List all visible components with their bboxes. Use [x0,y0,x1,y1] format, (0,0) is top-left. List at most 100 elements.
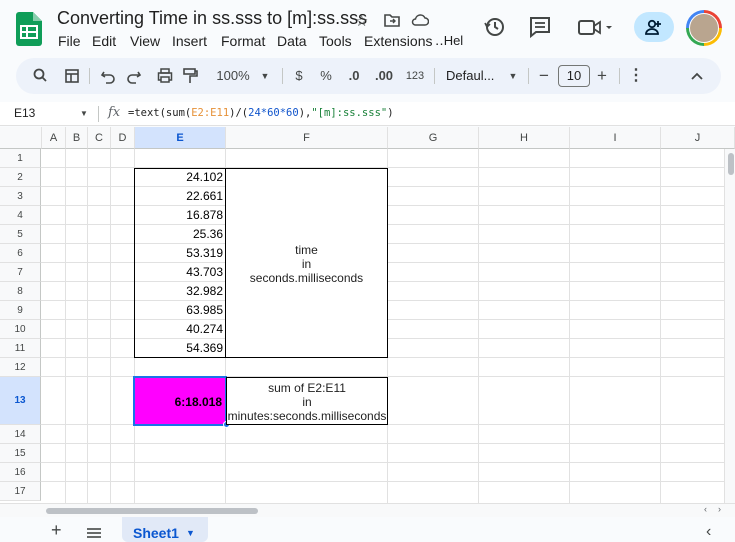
formula-input[interactable]: =text(sum(E2:E11)/(24*60*60),"[m]:ss.sss… [128,107,394,119]
column-header-h[interactable]: H [479,127,570,149]
row-header[interactable]: 10 [0,320,41,339]
meet-camera-icon[interactable] [576,14,616,40]
column-header-f[interactable]: F [226,127,388,149]
fx-icon: fx [108,105,121,120]
row-header[interactable]: 11 [0,339,41,358]
row-header[interactable]: 9 [0,301,41,320]
e-range-border [134,168,226,358]
f13-line: minutes:seconds.milliseconds [227,409,387,423]
share-button[interactable] [634,12,674,42]
name-box[interactable]: E13 [14,106,35,120]
collapse-menus-icon[interactable] [690,58,704,94]
column-header-c[interactable]: C [88,127,111,149]
row-header[interactable]: 14 [0,425,41,444]
f-label-line: time [295,243,318,257]
menu-format[interactable]: Format [221,33,265,49]
zoom-dropdown-icon[interactable]: ▼ [259,58,271,94]
account-avatar[interactable] [686,10,722,46]
version-history-icon[interactable] [482,14,508,40]
row-header[interactable]: 8 [0,282,41,301]
comments-icon[interactable] [527,14,553,40]
search-menus-icon[interactable] [32,58,48,94]
cell-f2-merged[interactable]: time in seconds.milliseconds [225,168,388,358]
font-size-input[interactable]: 10 [558,65,590,87]
document-title[interactable]: Converting Time in ss.sss to [m]:ss.sss [57,8,367,29]
column-header-d[interactable]: D [111,127,135,149]
column-header-g[interactable]: G [388,127,479,149]
row-header[interactable]: 2 [0,168,41,187]
formula-part-1: =text(sum( [128,107,192,119]
row-header[interactable]: 17 [0,482,41,501]
add-person-icon [645,19,661,35]
f13-line: sum of E2:E11 [268,381,346,395]
formula-expression: 24*60*60 [248,107,299,119]
menu-tools[interactable]: Tools [319,33,352,49]
menu-help[interactable]: ‥Hel [435,33,463,49]
formula-part-5: ), [298,107,312,119]
menu-insert[interactable]: Insert [172,33,207,49]
row-header[interactable]: 5 [0,225,41,244]
redo-icon[interactable] [126,58,142,94]
scroll-right-icon[interactable]: › [718,504,721,514]
menu-extensions[interactable]: Extensions [364,33,432,49]
sheet-tab-dropdown-icon[interactable]: ▼ [186,517,195,542]
increase-decimal-button[interactable]: .00 [373,58,395,94]
add-sheet-icon[interactable]: + [51,520,62,541]
row-header[interactable]: 3 [0,187,41,206]
column-header-i[interactable]: I [570,127,661,149]
f-label: time in seconds.milliseconds [226,243,387,285]
templates-icon[interactable] [64,58,80,94]
decrease-decimal-button[interactable]: .0 [345,58,363,94]
menu-file[interactable]: File [58,33,81,49]
font-select[interactable]: Defaul... [446,58,498,94]
percent-format-button[interactable]: % [319,58,333,94]
row-header[interactable]: 7 [0,263,41,282]
print-icon[interactable] [157,58,173,94]
row-header[interactable]: 1 [0,149,41,168]
sheets-scroll-left-icon[interactable]: ‹ [706,523,711,541]
column-header-b[interactable]: B [66,127,88,149]
all-sheets-icon[interactable] [86,527,102,539]
menu-edit[interactable]: Edit [92,33,116,49]
sheets-logo-icon[interactable] [16,12,42,46]
more-formats-button[interactable]: 123 [404,58,426,94]
row-header[interactable]: 13 [0,377,41,425]
row-header[interactable]: 12 [0,358,41,377]
increase-font-size-button[interactable]: + [594,58,610,94]
active-cell-outline [133,376,227,426]
toolbar: 100% ▼ $ % .0 .00 123 Defaul... ▼ − 10 +… [16,58,721,94]
zoom-select[interactable]: 100% [213,58,253,94]
formula-part-7: ) [387,107,394,119]
select-all-corner[interactable] [0,127,42,149]
horizontal-scroll-thumb[interactable] [46,508,258,514]
column-header-e[interactable]: E [135,127,226,149]
row-header[interactable]: 15 [0,444,41,463]
currency-format-button[interactable]: $ [292,58,306,94]
row-header[interactable]: 6 [0,244,41,263]
sheet-tab-active[interactable]: Sheet1 ▼ [122,517,208,542]
vertical-scroll-thumb[interactable] [728,153,734,175]
spreadsheet-grid[interactable]: A B C D E F G H I J 1 2 3 4 5 6 7 8 9 10… [0,127,735,503]
row-header[interactable]: 16 [0,463,41,482]
menu-view[interactable]: View [130,33,160,49]
menu-data[interactable]: Data [277,33,307,49]
font-dropdown-icon[interactable]: ▼ [507,58,519,94]
move-folder-icon[interactable] [384,13,400,27]
vertical-scrollbar[interactable] [724,149,735,503]
column-header-j[interactable]: J [661,127,735,149]
scroll-left-icon[interactable]: ‹ [704,504,707,514]
undo-icon[interactable] [100,58,116,94]
horizontal-scrollbar[interactable]: ‹ › [0,503,735,517]
name-box-dropdown-icon[interactable]: ▼ [80,109,88,118]
cloud-status-icon[interactable] [411,13,429,26]
row-header[interactable]: 4 [0,206,41,225]
sheets-app: Converting Time in ss.sss to [m]:ss.sss … [0,0,735,542]
paint-format-icon[interactable] [182,58,198,94]
f-label-line: seconds.milliseconds [249,271,364,285]
formula-bar: E13 ▼ fx =text(sum(E2:E11)/(24*60*60),"[… [0,102,735,126]
column-header-a[interactable]: A [42,127,66,149]
cell-f13[interactable]: sum of E2:E11 in minutes:seconds.millise… [226,377,388,425]
decrease-font-size-button[interactable]: − [536,58,552,94]
more-options-icon[interactable]: ⋮ [628,58,644,94]
star-icon[interactable]: ☆ [355,12,368,30]
